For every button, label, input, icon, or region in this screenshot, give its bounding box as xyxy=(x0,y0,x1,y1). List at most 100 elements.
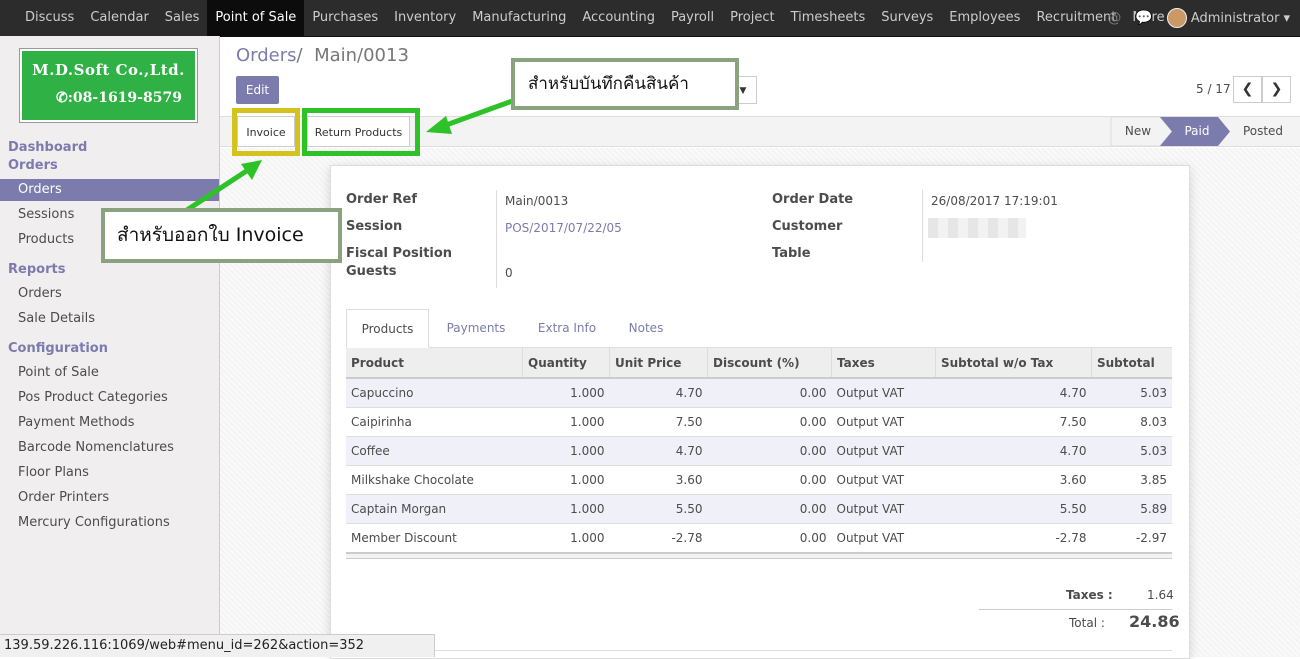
table-cell: Output VAT xyxy=(831,436,936,466)
table-cell: 4.70 xyxy=(609,436,708,466)
table-cell: -2.78 xyxy=(935,523,1092,552)
session-link[interactable]: POS/2017/07/22/05 xyxy=(505,221,622,235)
invoice-callout: สำหรับออกใบ Invoice xyxy=(101,208,342,263)
column-header[interactable]: Product xyxy=(346,348,523,379)
field-divider xyxy=(496,190,497,288)
sidebar-item-point-of-sale[interactable]: Point of Sale xyxy=(0,362,219,384)
taxes-label: Taxes : xyxy=(1066,588,1113,602)
table-cell: Output VAT xyxy=(831,377,936,408)
return-products-highlight-box xyxy=(302,108,420,156)
table-row[interactable]: Captain Morgan 1.000 5.50 0.00 Output VAT 5.5… xyxy=(346,494,1172,524)
table-row[interactable]: Capuccino 1.000 4.70 0.00 Output VAT 4.70 5.03 xyxy=(346,377,1172,408)
table-cell: 0.00 xyxy=(707,494,832,524)
stage-paid[interactable]: Paid xyxy=(1172,116,1222,147)
column-header[interactable]: Unit Price xyxy=(609,348,708,379)
table-cell: 0.00 xyxy=(707,377,832,408)
sheet-bottom-divider xyxy=(346,650,1172,651)
table-row[interactable]: Coffee 1.000 4.70 0.00 Output VAT 4.70 5.03 xyxy=(346,436,1172,466)
order-ref-value: Main/0013 xyxy=(505,194,569,208)
sidebar-item-order-printers[interactable]: Order Printers xyxy=(0,487,219,509)
table-cell: Output VAT xyxy=(831,465,936,495)
table-cell: 7.50 xyxy=(935,407,1092,437)
table-cell: Output VAT xyxy=(831,407,936,437)
table-cell: 1.000 xyxy=(522,494,610,524)
total-value: 24.86 xyxy=(1129,612,1180,631)
table-cell: Coffee xyxy=(346,436,523,466)
table-cell: Capuccino xyxy=(346,377,523,408)
table-cell: 0.00 xyxy=(707,407,832,437)
table-cell: 5.50 xyxy=(609,494,708,524)
guests-value: 0 xyxy=(505,266,513,280)
table-cell: -2.78 xyxy=(609,523,708,552)
table-cell: Member Discount xyxy=(346,523,523,552)
table-row[interactable]: Member Discount 1.000 -2.78 0.00 Output VAT -… xyxy=(346,523,1172,552)
stage-new[interactable]: New xyxy=(1116,116,1160,147)
table-footer xyxy=(346,552,1172,559)
table-cell: 4.70 xyxy=(935,377,1092,408)
sidebar-item-mercury-configurations[interactable]: Mercury Configurations xyxy=(0,512,219,534)
table-cell: 1.000 xyxy=(522,407,610,437)
total-label: Total : xyxy=(1069,616,1105,630)
sidebar-item-pos-categories[interactable]: Pos Product Categories xyxy=(0,387,219,409)
order-date-value: 26/08/2017 17:19:01 xyxy=(931,194,1058,208)
column-header[interactable]: Taxes xyxy=(831,348,936,379)
table-cell: 3.85 xyxy=(1091,465,1172,495)
table-cell: 7.50 xyxy=(609,407,708,437)
table-cell: 5.03 xyxy=(1091,377,1172,408)
table-cell: Caipirinha xyxy=(346,407,523,437)
table-cell: Output VAT xyxy=(831,523,936,552)
table-cell: Output VAT xyxy=(831,494,936,524)
totals-divider xyxy=(979,609,1172,610)
sidebar-item-floor-plans[interactable]: Floor Plans xyxy=(0,462,219,484)
tab-extra-info[interactable]: Extra Info xyxy=(527,309,607,348)
table-cell: Captain Morgan xyxy=(346,494,523,524)
table-row[interactable]: Milkshake Chocolate 1.000 3.60 0.00 Output V… xyxy=(346,465,1172,495)
fiscal-position-label: Fiscal Position xyxy=(346,246,453,261)
order-date-label: Order Date xyxy=(772,192,854,207)
table-row[interactable]: Caipirinha 1.000 7.50 0.00 Output VAT 7.50 8.0… xyxy=(346,407,1172,437)
return-products-callout: สำหรับบันทึกคืนสินค้า xyxy=(511,58,739,110)
table-cell: 8.03 xyxy=(1091,407,1172,437)
sidebar-item-payment-methods[interactable]: Payment Methods xyxy=(0,412,219,434)
table-cell: Milkshake Chocolate xyxy=(346,465,523,495)
table-cell: 3.60 xyxy=(935,465,1092,495)
sidebar-item-orders[interactable]: Orders xyxy=(0,179,219,201)
tab-notes[interactable]: Notes xyxy=(617,309,675,348)
column-header[interactable]: Subtotal xyxy=(1091,348,1172,379)
column-header[interactable]: Quantity xyxy=(522,348,610,379)
customer-value-redacted xyxy=(928,218,1026,238)
tab-payments[interactable]: Payments xyxy=(435,309,517,348)
order-lines-table: Product Quantity Unit Price Discount (%)… xyxy=(346,348,1172,552)
sidebar-heading-reports: Reports xyxy=(8,262,66,277)
table-cell: 0.00 xyxy=(707,436,832,466)
table-cell: 3.60 xyxy=(609,465,708,495)
browser-status-url: 139.59.226.116:1069/web#menu_id=262&acti… xyxy=(0,634,435,657)
customer-label: Customer xyxy=(772,219,843,234)
guests-label: Guests xyxy=(346,264,397,279)
invoice-highlight-box xyxy=(232,108,300,156)
table-cell: 0.00 xyxy=(707,465,832,495)
table-header-row: Product Quantity Unit Price Discount (%)… xyxy=(346,348,1172,379)
table-cell: 4.70 xyxy=(609,377,708,408)
table-cell: 1.000 xyxy=(522,436,610,466)
column-header[interactable]: Subtotal w/o Tax xyxy=(935,348,1092,379)
stage-posted[interactable]: Posted xyxy=(1232,116,1294,147)
sidebar-item-report-orders[interactable]: Orders xyxy=(0,283,219,305)
table-cell: 5.03 xyxy=(1091,436,1172,466)
tab-products[interactable]: Products xyxy=(346,309,429,348)
sidebar-item-sale-details[interactable]: Sale Details xyxy=(0,308,219,330)
table-cell: 5.50 xyxy=(935,494,1092,524)
sidebar-heading-orders: Orders xyxy=(8,158,58,173)
sidebar-item-barcode-nomenclatures[interactable]: Barcode Nomenclatures xyxy=(0,437,219,459)
order-ref-label: Order Ref xyxy=(346,192,418,207)
session-label: Session xyxy=(346,219,403,234)
table-label: Table xyxy=(772,246,811,261)
field-divider-right xyxy=(922,190,923,262)
table-cell: 1.000 xyxy=(522,523,610,552)
table-cell: 4.70 xyxy=(935,436,1092,466)
sidebar-heading-configuration: Configuration xyxy=(8,341,108,356)
table-cell: -2.97 xyxy=(1091,523,1172,552)
taxes-value: 1.64 xyxy=(1147,588,1174,602)
table-cell: 1.000 xyxy=(522,465,610,495)
column-header[interactable]: Discount (%) xyxy=(707,348,832,379)
